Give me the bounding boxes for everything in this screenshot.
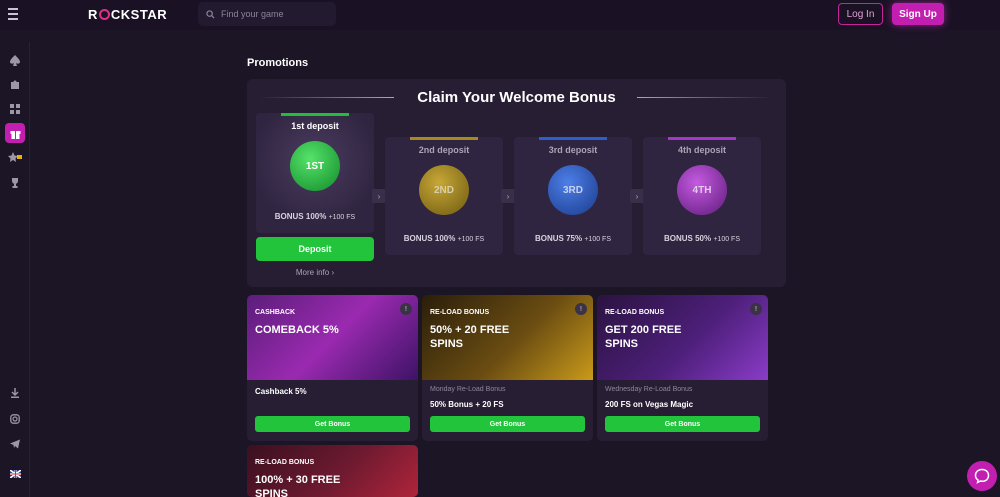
login-button[interactable]: Log In [838,3,883,25]
card-accent [668,137,736,140]
deposit-bonus: BONUS 50% +100 FS [663,234,741,243]
deposit-label: 4th deposit [677,145,726,155]
deposit-badge-ball: 2ND [419,165,469,215]
grid-icon[interactable] [5,99,25,119]
offer-card-wednesday-reload[interactable]: RE-LOAD BONUS GET 200 FREE SPINS ! Wedne… [597,295,768,441]
divider [637,97,772,98]
menu-toggle-icon[interactable] [8,8,22,20]
offer-image [247,295,418,380]
offer-headline: 100% + 30 FREE SPINS [255,474,341,497]
offer-tag: RE-LOAD BONUS [255,459,315,466]
deposit-label: 3rd deposit [548,145,598,155]
telegram-icon[interactable] [5,434,25,454]
offer-name: Cashback 5% [255,387,307,396]
spade-icon[interactable] [5,50,25,70]
offer-subtitle: Monday Re-Load Bonus [430,386,506,393]
offer-tag: RE-LOAD BONUS [605,309,665,316]
offer-name: 50% Bonus + 20 FS [430,400,504,409]
deposit-badge-ball: 3RD [548,165,598,215]
signup-button[interactable]: Sign Up [892,3,944,25]
deposit-card-4[interactable]: 4th deposit 4TH BONUS 50% +100 FS [643,137,761,255]
deposit-card-3[interactable]: 3rd deposit 3RD BONUS 75% +100 FS [514,137,632,255]
chevron-right-icon: › [501,189,515,203]
search-icon [206,9,215,19]
offer-card-cashback[interactable]: CASHBACK COMEBACK 5% ! Cashback 5% Get B… [247,295,418,441]
top-bar: RCKSTAR Log In Sign Up [0,0,1000,30]
deposit-badge-ball: 1ST [290,141,340,191]
info-icon[interactable]: ! [400,303,412,315]
get-bonus-button[interactable]: Get Bonus [430,416,585,432]
sidebar [0,42,30,497]
instagram-icon[interactable] [5,409,25,429]
deposit-label: 2nd deposit [418,145,470,155]
welcome-bonus-panel: Claim Your Welcome Bonus 1st deposit 1ST… [247,79,786,287]
uk-flag-icon[interactable] [5,464,25,484]
deposit-card-1[interactable]: 1st deposit 1ST BONUS 100% +100 FS [256,113,374,233]
search-box[interactable] [198,2,336,26]
chat-icon [974,468,990,484]
active-indicator [281,113,349,116]
deposit-badge-ball: 4TH [677,165,727,215]
page-title: Promotions [247,57,309,69]
offer-headline: 50% + 20 FREE SPINS [430,324,510,350]
logo[interactable]: R CKSTAR [88,7,167,22]
gift-icon[interactable] [5,123,25,143]
offer-name: 200 FS on Vegas Magic [605,400,694,409]
deposit-bonus: BONUS 100% +100 FS [274,212,356,221]
deposit-bonus: BONUS 75% +100 FS [534,234,612,243]
deposit-button[interactable]: Deposit [256,237,374,261]
star-lock-icon[interactable] [5,148,25,168]
chevron-right-icon: › [630,189,644,203]
download-icon[interactable] [5,383,25,403]
search-input[interactable] [221,9,331,19]
card-accent [539,137,607,140]
info-icon[interactable]: ! [750,303,762,315]
chevron-right-icon: › [372,189,386,203]
offer-card-reload-100[interactable]: RE-LOAD BONUS 100% + 30 FREE SPINS [247,445,418,497]
offer-card-monday-reload[interactable]: RE-LOAD BONUS 50% + 20 FREE SPINS ! Mond… [422,295,593,441]
trophy-icon[interactable] [5,173,25,193]
get-bonus-button[interactable]: Get Bonus [605,416,760,432]
card-accent [410,137,478,140]
deposit-bonus: BONUS 100% +100 FS [403,234,485,243]
deposit-card-2[interactable]: 2nd deposit 2ND BONUS 100% +100 FS [385,137,503,255]
info-icon[interactable]: ! [575,303,587,315]
offer-tag: RE-LOAD BONUS [430,309,490,316]
get-bonus-button[interactable]: Get Bonus [255,416,410,432]
offer-headline: GET 200 FREE SPINS [605,324,682,350]
puzzle-icon[interactable] [5,75,25,95]
chat-button[interactable] [967,461,997,491]
more-info-link[interactable]: More info › [256,268,374,277]
deposit-label: 1st deposit [291,121,339,131]
offer-headline: COMEBACK 5% [255,324,339,336]
offer-subtitle: Wednesday Re-Load Bonus [605,386,693,393]
offer-tag: CASHBACK [255,309,296,316]
